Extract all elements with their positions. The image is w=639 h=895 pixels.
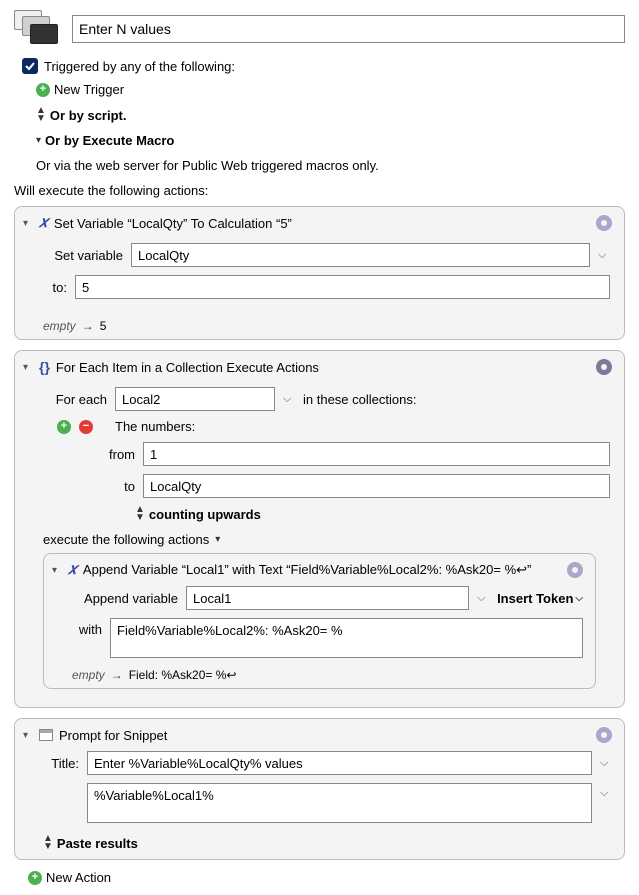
trigger-execute-label: Or by Execute Macro [45, 133, 174, 148]
trigger-execute-row[interactable]: ▾ Or by Execute Macro [36, 133, 625, 148]
counting-direction[interactable]: ▲▼ counting upwards [135, 506, 610, 522]
disclosure-icon[interactable]: ▾ [52, 565, 62, 576]
append-variable-input[interactable] [186, 586, 469, 610]
status-result: Field: %Ask20= %↩ [129, 668, 237, 682]
variable-icon: 𝑥 [68, 561, 77, 579]
macro-icon [14, 10, 62, 48]
dropdown-caret-icon[interactable]: ⌵ [600, 757, 612, 770]
status-result: 5 [100, 319, 107, 333]
trigger-script-row[interactable]: ▲▼ Or by script. [36, 107, 625, 123]
disclosure-icon[interactable]: ▾ [23, 730, 33, 741]
add-icon: + [28, 871, 42, 885]
action-set-variable[interactable]: ▾ 𝑥 Set Variable “LocalQty” To Calculati… [14, 206, 625, 340]
new-trigger-button[interactable]: + New Trigger [36, 82, 625, 97]
with-text-input[interactable] [110, 618, 583, 658]
arrow-icon: → [111, 668, 123, 682]
chevron-down-icon: ▾ [36, 135, 41, 146]
from-label: from [101, 447, 135, 462]
gear-icon[interactable] [594, 357, 614, 377]
enabled-checkbox[interactable] [22, 58, 38, 74]
new-trigger-label: New Trigger [54, 82, 124, 97]
set-variable-label: Set variable [43, 248, 123, 263]
add-collection-button[interactable]: + [57, 420, 71, 434]
paste-results-label: Paste results [57, 836, 138, 851]
loop-icon: {} [39, 359, 50, 375]
status-empty: empty [43, 319, 76, 333]
chevron-down-icon[interactable]: ▾ [215, 534, 220, 545]
action-prompt-snippet[interactable]: ▾ Prompt for Snippet Title: ⌵ ⌵ ▲▼ Paste… [14, 718, 625, 860]
gear-icon[interactable] [594, 213, 614, 233]
macro-title-input[interactable] [72, 15, 625, 43]
window-icon [39, 729, 53, 741]
gear-icon[interactable] [594, 725, 614, 745]
loop-variable-input[interactable] [115, 387, 275, 411]
gear-icon[interactable] [565, 560, 585, 580]
updown-icon: ▲▼ [36, 107, 46, 123]
prompt-body-input[interactable] [87, 783, 592, 823]
insert-token-button[interactable]: Insert Token ⌵ [497, 591, 583, 606]
variable-name-input[interactable] [131, 243, 590, 267]
execute-actions-label: execute the following actions [43, 532, 209, 547]
new-action-button[interactable]: + New Action [28, 870, 625, 885]
action-for-each[interactable]: ▾ {} For Each Item in a Collection Execu… [14, 350, 625, 708]
disclosure-icon[interactable]: ▾ [23, 362, 33, 373]
numbers-label: The numbers: [115, 419, 195, 434]
dropdown-caret-icon[interactable]: ⌵ [600, 783, 612, 800]
trigger-heading: Triggered by any of the following: [44, 59, 235, 74]
arrow-icon: → [82, 319, 94, 333]
dropdown-caret-icon[interactable]: ⌵ [283, 393, 295, 406]
action-title: Set Variable “LocalQty” To Calculation “… [54, 216, 292, 231]
for-each-label: For each [43, 392, 107, 407]
to-value-input[interactable] [75, 275, 610, 299]
counting-label: counting upwards [149, 507, 261, 522]
title-label: Title: [43, 756, 79, 771]
collections-label: in these collections: [303, 392, 416, 407]
action-append-variable[interactable]: ▾ 𝑥 Append Variable “Local1” with Text “… [43, 553, 596, 689]
updown-icon: ▲▼ [135, 506, 145, 522]
with-label: with [72, 618, 102, 637]
action-title: For Each Item in a Collection Execute Ac… [56, 360, 319, 375]
to-label: to [101, 479, 135, 494]
append-variable-label: Append variable [72, 591, 178, 606]
to-input[interactable] [143, 474, 610, 498]
status-empty: empty [72, 668, 105, 682]
remove-collection-button[interactable]: − [79, 420, 93, 434]
action-title: Prompt for Snippet [59, 728, 167, 743]
paste-results-option[interactable]: ▲▼ Paste results [15, 831, 624, 859]
dropdown-caret-icon[interactable]: ⌵ [598, 249, 610, 262]
from-input[interactable] [143, 442, 610, 466]
actions-intro-label: Will execute the following actions: [14, 183, 625, 198]
new-action-label: New Action [46, 870, 111, 885]
prompt-title-input[interactable] [87, 751, 592, 775]
updown-icon: ▲▼ [43, 835, 53, 851]
to-label: to: [43, 280, 67, 295]
chevron-down-icon: ⌵ [575, 593, 583, 604]
add-icon: + [36, 83, 50, 97]
dropdown-caret-icon[interactable]: ⌵ [477, 592, 489, 605]
disclosure-icon[interactable]: ▾ [23, 218, 33, 229]
trigger-web-label: Or via the web server for Public Web tri… [36, 158, 379, 173]
variable-icon: 𝑥 [39, 214, 48, 232]
action-title: Append Variable “Local1” with Text “Fiel… [83, 562, 531, 578]
trigger-script-label: Or by script. [50, 108, 127, 123]
